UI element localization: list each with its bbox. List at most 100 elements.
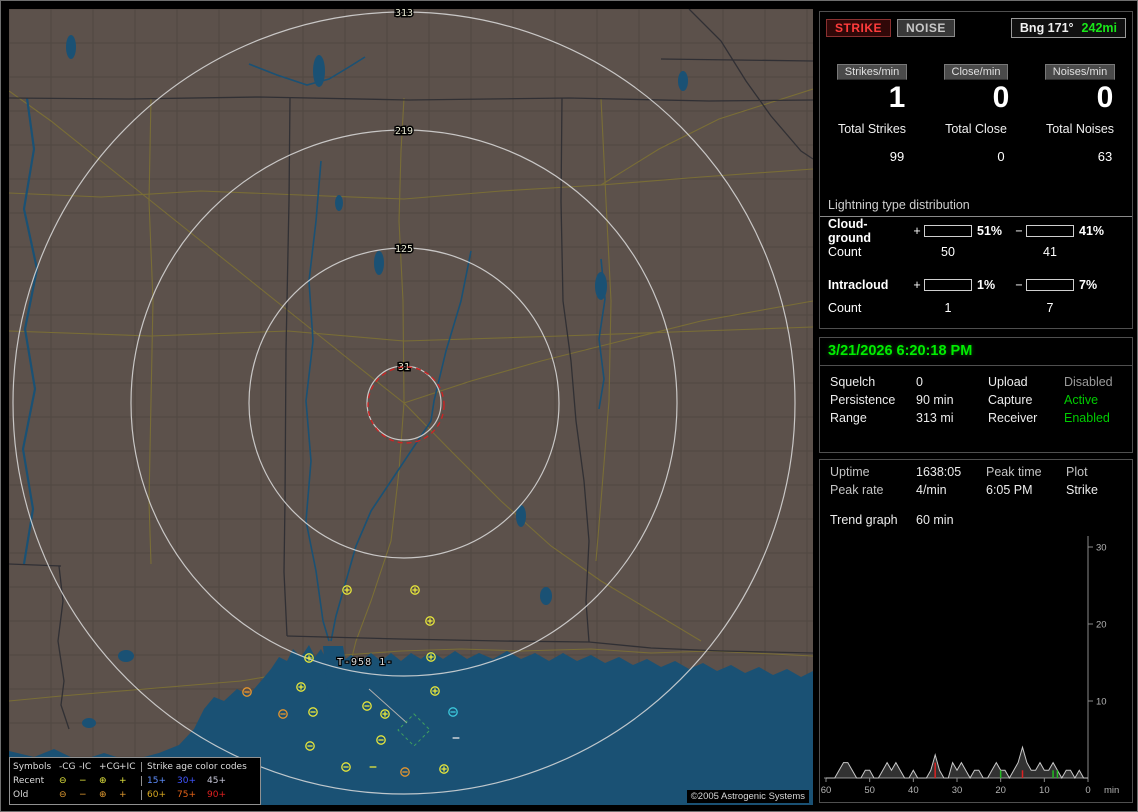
upload-label: Upload — [988, 375, 1064, 389]
legend-row: Recent⊖−⊕+15+30+45+ — [13, 774, 257, 788]
range-ring-label: 219 — [395, 126, 413, 137]
legend-age-value: 60+ — [141, 790, 177, 800]
svg-text:30: 30 — [952, 785, 963, 796]
upload-value: Disabled — [1064, 375, 1122, 389]
legend-age-value: 15+ — [141, 776, 177, 786]
legend-age-row-label: Old — [13, 790, 59, 800]
noise-indicator-button[interactable]: NOISE — [897, 19, 955, 37]
cg-pos-pct: 51% — [972, 224, 1012, 238]
count-label: Count — [828, 245, 910, 259]
legend-symbol-col: -CG — [59, 762, 79, 772]
persistence-value: 90 min — [916, 393, 988, 407]
total-close-value: 0 — [949, 149, 1053, 164]
peak-time-label: Peak time — [986, 465, 1066, 479]
strike-symbol-glyph: − — [79, 776, 99, 786]
legend-symbol-col: -IC — [79, 762, 99, 772]
cg-pos-bar — [924, 225, 972, 237]
legend-row: Symbols-CG-IC+CG+ICStrike age color code… — [13, 760, 257, 774]
plus-sign: + — [910, 278, 924, 292]
count-label: Count — [828, 301, 910, 315]
strike-symbol-glyph: + — [119, 790, 139, 800]
svg-text:10: 10 — [1039, 785, 1050, 796]
trend-panel: Uptime 1638:05 Peak time Plot Peak rate … — [819, 459, 1133, 803]
legend-symbol-col: +CG — [99, 762, 119, 772]
strike-symbol-glyph: ⊖ — [59, 790, 79, 800]
total-noises-label: Total Noises — [1028, 122, 1132, 136]
svg-text:50: 50 — [864, 785, 875, 796]
total-strikes-value: 99 — [845, 149, 949, 164]
strike-symbol-glyph: − — [79, 790, 99, 800]
intracloud-label: Intracloud — [828, 278, 910, 292]
distribution-title: Lightning type distribution — [820, 198, 1132, 217]
strike-symbol-glyph: ⊕ — [99, 790, 119, 800]
persistence-label: Persistence — [830, 393, 916, 407]
plot-value: Strike — [1066, 483, 1122, 497]
status-row: Squelch 0 Upload Disabled — [820, 373, 1132, 391]
trend-graph-label: Trend graph — [830, 513, 916, 527]
range-ring-label: 313 — [395, 9, 413, 19]
legend-age-title: Strike age color codes — [141, 762, 247, 772]
lightning-tracker-app: 31321912531T-958 1- Symbols-CG-IC+CG+ICS… — [0, 0, 1138, 812]
minus-sign: − — [1012, 224, 1026, 238]
svg-text:min: min — [1104, 785, 1119, 796]
trend-graph-window: 60 min — [916, 513, 1122, 527]
legend-age-value: 90+ — [207, 790, 237, 800]
legend-age-value: 30+ — [177, 776, 207, 786]
cloud-ground-count-row: Count 50 41 — [820, 241, 1132, 263]
svg-text:10: 10 — [1096, 697, 1107, 708]
uptime-value: 1638:05 — [916, 465, 986, 479]
peak-time-value: 6:05 PM — [986, 483, 1066, 497]
receiver-label: Receiver — [988, 411, 1064, 425]
cg-neg-count: 41 — [1026, 245, 1074, 259]
ic-pos-pct: 1% — [972, 278, 1012, 292]
totals-values: 99 0 63 — [820, 144, 1132, 164]
svg-text:40: 40 — [908, 785, 919, 796]
ic-neg-pct: 7% — [1074, 278, 1124, 292]
strike-indicator-button[interactable]: STRIKE — [826, 19, 891, 37]
sidebar: STRIKE NOISE Bng 171° 242mi Strikes/min … — [819, 11, 1133, 803]
datetime-display: 3/21/2026 6:20:18 PM — [820, 338, 1132, 366]
trend-info-row: Uptime 1638:05 Peak time Plot — [820, 460, 1132, 481]
cloud-ground-row: Cloud-ground + 51% − 41% — [820, 217, 1132, 241]
legend-age-value: 45+ — [207, 776, 237, 786]
bearing-label: Bng 171° — [1020, 21, 1074, 35]
strikes-per-min-header: Strikes/min — [837, 64, 907, 80]
legend-age-row-label: Recent — [13, 776, 59, 786]
trend-info-row: Peak rate 4/min 6:05 PM Strike — [820, 481, 1132, 499]
svg-text:20: 20 — [995, 785, 1006, 796]
map-canvas[interactable]: 31321912531T-958 1- Symbols-CG-IC+CG+ICS… — [9, 9, 813, 805]
indicator-row: STRIKE NOISE Bng 171° 242mi — [820, 12, 1132, 38]
total-noises-value: 63 — [1053, 149, 1133, 164]
cg-neg-bar — [1026, 225, 1074, 237]
cg-neg-pct: 41% — [1074, 224, 1124, 238]
cg-pos-count: 50 — [924, 245, 972, 259]
svg-text:60: 60 — [821, 785, 832, 796]
legend-symbols-title: Symbols — [13, 762, 59, 772]
rate-values: 1 0 0 — [820, 82, 1132, 114]
capture-label: Capture — [988, 393, 1064, 407]
status-row: Range 313 mi Receiver Enabled — [820, 409, 1132, 427]
total-strikes-label: Total Strikes — [820, 122, 924, 136]
capture-value: Active — [1064, 393, 1122, 407]
squelch-label: Squelch — [830, 375, 916, 389]
svg-text:20: 20 — [1096, 620, 1107, 631]
trend-graph-header: Trend graph 60 min — [820, 499, 1132, 527]
receiver-value: Enabled — [1064, 411, 1122, 425]
bearing-display: Bng 171° 242mi — [1011, 18, 1126, 38]
peak-rate-value: 4/min — [916, 483, 986, 497]
storm-cell-label: T-958 1- — [337, 657, 393, 668]
status-panel: 3/21/2026 6:20:18 PM Squelch 0 Upload Di… — [819, 337, 1133, 453]
plot-label: Plot — [1066, 465, 1122, 479]
ic-neg-count: 7 — [1026, 301, 1074, 315]
legend-age-value: 75+ — [177, 790, 207, 800]
peak-rate-label: Peak rate — [830, 483, 916, 497]
map-svg: 31321912531T-958 1- — [9, 9, 813, 805]
bearing-distance: 242mi — [1082, 21, 1117, 35]
plus-sign: + — [910, 224, 924, 238]
range-value: 313 mi — [916, 411, 988, 425]
rate-headers: Strikes/min Close/min Noises/min — [820, 64, 1132, 80]
noises-per-min-header: Noises/min — [1045, 64, 1115, 80]
legend-symbol-col: +IC — [119, 762, 139, 772]
close-per-min-header: Close/min — [944, 64, 1009, 80]
cloud-ground-label: Cloud-ground — [828, 217, 910, 245]
